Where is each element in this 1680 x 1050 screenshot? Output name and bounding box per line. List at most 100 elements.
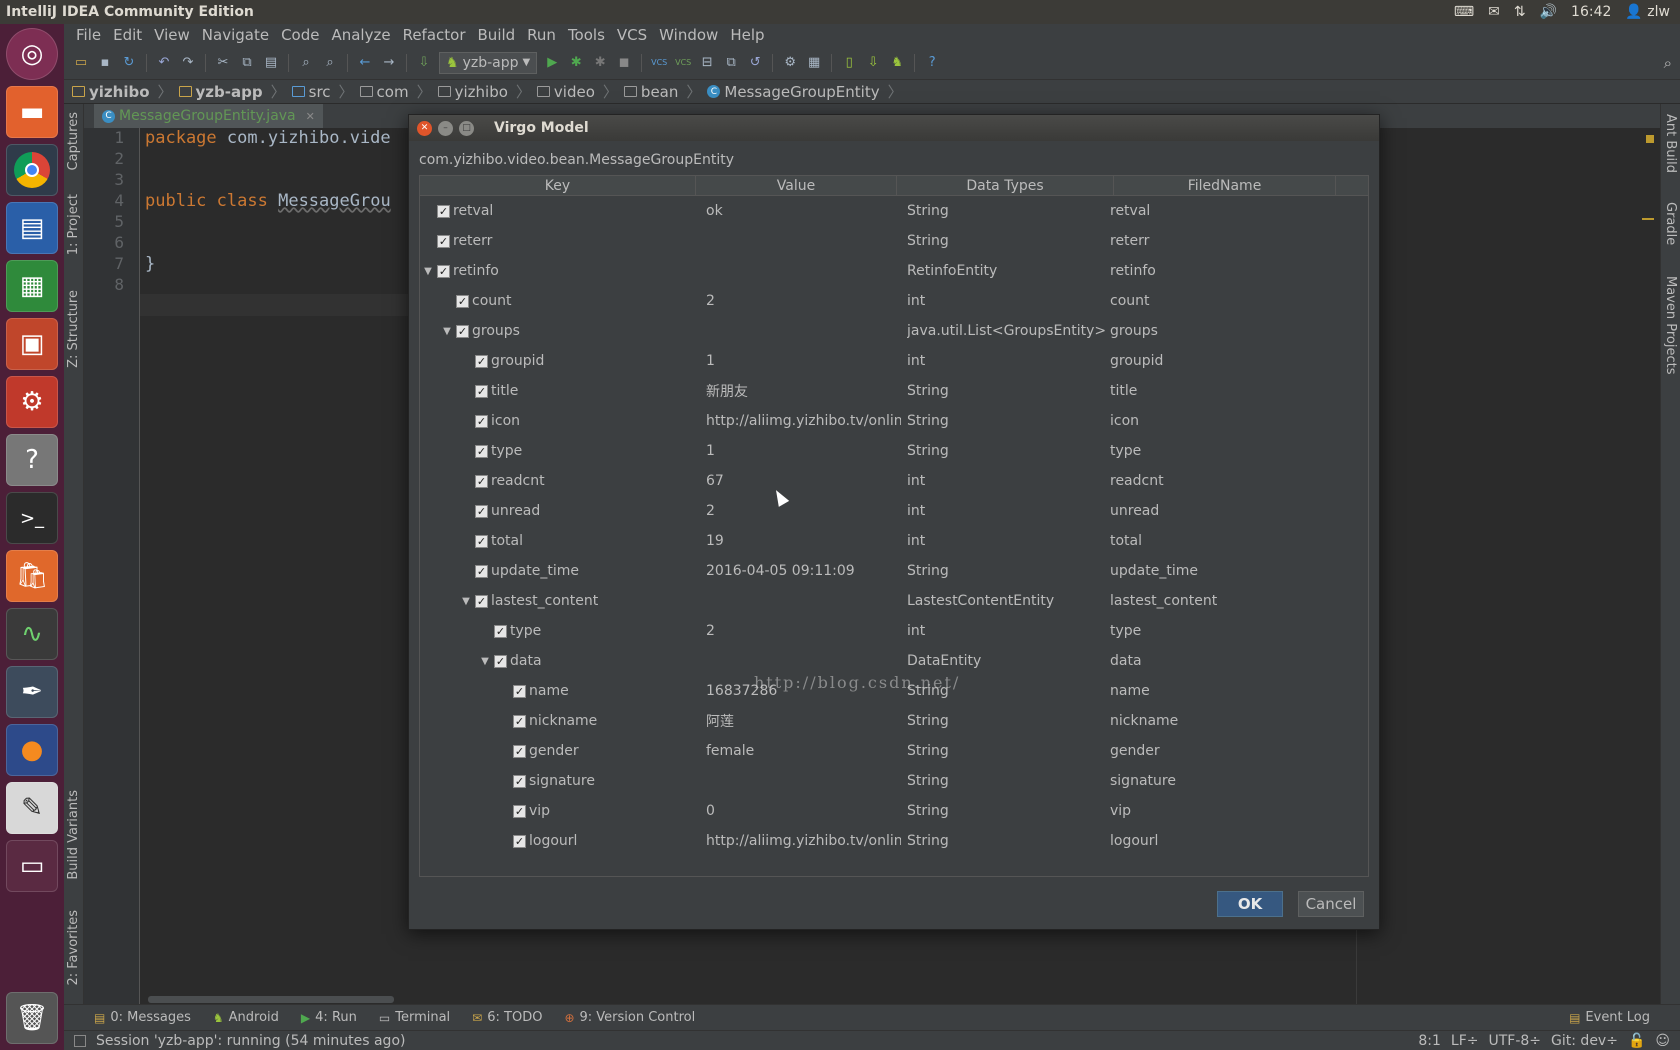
breadcrumb-item[interactable]: src 〉 (291, 81, 360, 102)
make-project-icon[interactable]: ⇩ (415, 54, 433, 72)
value-cell[interactable]: 2 (706, 286, 901, 316)
table-row[interactable]: ✓ total 19 int total (420, 526, 1368, 556)
value-cell[interactable] (706, 646, 901, 676)
include-checkbox[interactable]: ✓ (475, 564, 488, 578)
build-variants-tool-button[interactable]: Build Variants (66, 790, 81, 880)
menu-vcs[interactable]: VCS (611, 26, 653, 44)
data-type-cell[interactable]: int (907, 346, 1107, 376)
data-type-cell[interactable]: String (907, 376, 1107, 406)
table-row[interactable]: ✓ gender female String gender (420, 736, 1368, 766)
maximize-window-icon[interactable]: □ (459, 120, 474, 136)
expand-toggle-icon[interactable]: ▼ (422, 266, 434, 277)
table-row[interactable]: ▼ ✓ retinfo RetinfoEntity retinfo (420, 256, 1368, 286)
include-checkbox[interactable]: ✓ (513, 714, 526, 728)
intellij-icon[interactable]: ✒ (6, 666, 58, 718)
filed-name-cell[interactable]: gender (1110, 736, 1340, 766)
data-type-cell[interactable]: String (907, 406, 1107, 436)
text-editor-icon[interactable]: ✎ (6, 782, 58, 834)
run-icon[interactable]: ▶ (543, 54, 561, 72)
breadcrumb-item[interactable]: bean 〉 (623, 81, 707, 102)
filed-name-cell[interactable]: type (1110, 616, 1340, 646)
menu-run[interactable]: Run (521, 26, 562, 44)
network-icon[interactable]: ⇅ (1514, 4, 1526, 20)
data-type-cell[interactable]: String (907, 796, 1107, 826)
value-cell[interactable] (706, 256, 901, 286)
filed-name-cell[interactable]: vip (1110, 796, 1340, 826)
include-checkbox[interactable]: ✓ (437, 234, 450, 248)
file-encoding[interactable]: UTF-8÷ (1488, 1033, 1541, 1049)
help-icon[interactable]: ? (923, 54, 941, 72)
vcs-branch[interactable]: Git: dev÷ (1551, 1033, 1618, 1049)
menu-view[interactable]: View (148, 26, 196, 44)
software-center-icon[interactable]: 🛍 (6, 550, 58, 602)
settings-icon[interactable]: ⚙ (6, 376, 58, 428)
breadcrumb-item[interactable]: yizhibo 〉 (72, 81, 179, 102)
open-icon[interactable]: ▭ (72, 54, 90, 72)
value-cell[interactable] (706, 226, 901, 256)
caret-position[interactable]: 8:1 (1418, 1033, 1441, 1049)
filed-name-cell[interactable]: total (1110, 526, 1340, 556)
stop-icon[interactable]: ◼ (615, 54, 633, 72)
android-monitor-icon[interactable]: ♞ (888, 54, 906, 72)
value-cell[interactable]: 2016-04-05 09:11:09 (706, 556, 901, 586)
terminal-tool-button[interactable]: ▭ Terminal (379, 1010, 450, 1025)
menu-window[interactable]: Window (653, 26, 724, 44)
include-checkbox[interactable]: ✓ (513, 684, 526, 698)
include-checkbox[interactable]: ✓ (437, 264, 450, 278)
column-header-value[interactable]: Value (696, 176, 897, 196)
table-row[interactable]: ✓ logourl http://aliimg.yizhibo.tv/onlin..… (420, 826, 1368, 856)
include-checkbox[interactable]: ✓ (475, 384, 488, 398)
data-type-cell[interactable]: int (907, 286, 1107, 316)
status-message[interactable]: Session 'yzb-app': running (54 minutes a… (96, 1033, 405, 1049)
breadcrumb-item[interactable]: video 〉 (536, 81, 624, 102)
table-row[interactable]: ✓ signature String signature (420, 766, 1368, 796)
table-row[interactable]: ✓ unread 2 int unread (420, 496, 1368, 526)
table-row[interactable]: ✓ groupid 1 int groupid (420, 346, 1368, 376)
value-cell[interactable]: http://aliimg.yizhibo.tv/onlin... (706, 826, 901, 856)
data-type-cell[interactable]: RetinfoEntity (907, 256, 1107, 286)
help-icon[interactable]: ? (6, 434, 58, 486)
copy-icon[interactable]: ⧉ (238, 54, 256, 72)
android-tool-button[interactable]: ♞ Android (213, 1010, 279, 1025)
column-header-filed-name[interactable]: FiledName (1114, 176, 1336, 196)
data-type-cell[interactable]: String (907, 826, 1107, 856)
run-tool-button[interactable]: ▶ 4: Run (301, 1010, 357, 1025)
data-type-cell[interactable]: LastestContentEntity (907, 586, 1107, 616)
filed-name-cell[interactable]: groups (1110, 316, 1340, 346)
value-cell[interactable]: female (706, 736, 901, 766)
filed-name-cell[interactable]: title (1110, 376, 1340, 406)
expand-toggle-icon[interactable]: ▼ (460, 596, 472, 607)
value-cell[interactable] (706, 586, 901, 616)
data-type-cell[interactable]: java.util.List<GroupsEntity> (907, 316, 1107, 346)
value-cell[interactable]: 67 (706, 466, 901, 496)
include-checkbox[interactable]: ✓ (494, 654, 507, 668)
sync-icon[interactable]: ↻ (120, 54, 138, 72)
clock[interactable]: 16:42 (1571, 4, 1611, 20)
menu-file[interactable]: File (70, 26, 107, 44)
menu-analyze[interactable]: Analyze (325, 26, 396, 44)
filed-name-cell[interactable]: unread (1110, 496, 1340, 526)
include-checkbox[interactable]: ✓ (475, 444, 488, 458)
include-checkbox[interactable]: ✓ (475, 414, 488, 428)
include-checkbox[interactable]: ✓ (437, 204, 450, 218)
inspector-icon[interactable]: ☺ (1655, 1033, 1670, 1049)
ant-build-tool-button[interactable]: Ant Build (1663, 114, 1678, 173)
filed-name-cell[interactable]: logourl (1110, 826, 1340, 856)
attach-debugger-icon[interactable]: ✱ (591, 54, 609, 72)
menu-help[interactable]: Help (724, 26, 770, 44)
event-log-tool-button[interactable]: ▤ Event Log (1569, 1010, 1650, 1025)
data-type-cell[interactable]: int (907, 466, 1107, 496)
table-row[interactable]: ▼ ✓ lastest_content LastestContentEntity las… (420, 586, 1368, 616)
include-checkbox[interactable]: ✓ (475, 534, 488, 548)
breadcrumb-item[interactable]: C MessageGroupEntity 〉 (707, 81, 908, 102)
table-row[interactable]: ✓ vip 0 String vip (420, 796, 1368, 826)
filed-name-cell[interactable]: count (1110, 286, 1340, 316)
table-row[interactable]: ✓ type 1 String type (420, 436, 1368, 466)
filed-name-cell[interactable]: groupid (1110, 346, 1340, 376)
data-type-cell[interactable]: String (907, 196, 1107, 226)
workspace-switcher-icon[interactable]: ▭ (6, 840, 58, 892)
ubuntu-dash-icon[interactable]: ◎ (6, 28, 58, 80)
editor-tab[interactable]: C MessageGroupEntity.java ✕ (94, 104, 323, 128)
filed-name-cell[interactable]: update_time (1110, 556, 1340, 586)
include-checkbox[interactable]: ✓ (475, 354, 488, 368)
